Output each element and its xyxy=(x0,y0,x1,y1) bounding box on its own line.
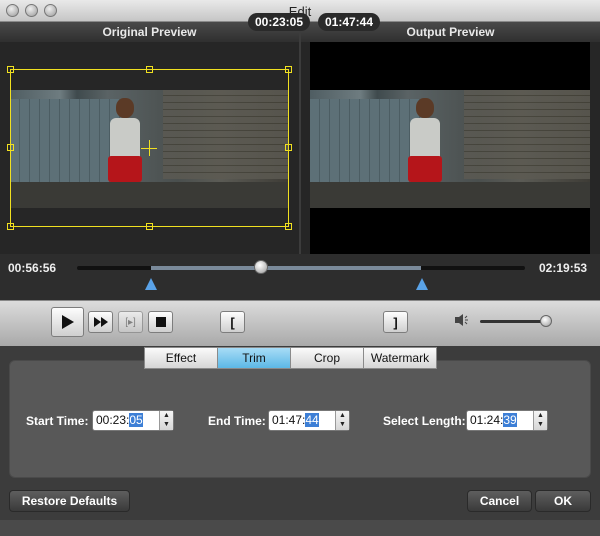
trim-start-marker-icon[interactable] xyxy=(144,278,157,290)
fast-forward-button[interactable] xyxy=(88,311,113,333)
stop-icon xyxy=(155,317,166,327)
edit-tabs: Effect Trim Crop Watermark xyxy=(144,347,437,369)
crop-handle-bottom-left[interactable] xyxy=(7,223,14,230)
select-length-value: 01:24: xyxy=(470,413,504,427)
timeline-trim-range xyxy=(151,266,421,270)
play-icon xyxy=(61,315,74,329)
select-length-field[interactable]: 01:24:39 ▲ ▼ xyxy=(466,410,548,431)
crop-handle-top-left[interactable] xyxy=(7,66,14,73)
end-time-stepper[interactable]: ▲ ▼ xyxy=(335,411,349,430)
select-length-stepper[interactable]: ▲ ▼ xyxy=(533,411,547,430)
restore-defaults-button[interactable]: Restore Defaults xyxy=(9,490,130,512)
start-time-label: Start Time: xyxy=(26,414,89,428)
select-length-label: Select Length: xyxy=(383,414,466,428)
select-length-selected-seconds: 39 xyxy=(503,413,517,427)
crop-handle-bottom-right[interactable] xyxy=(285,223,292,230)
end-time-selected-seconds: 44 xyxy=(305,413,319,427)
ok-button[interactable]: OK xyxy=(535,490,591,512)
timeline-start-time: 00:56:56 xyxy=(8,261,57,275)
set-start-button[interactable]: [ xyxy=(220,311,245,333)
tab-effect[interactable]: Effect xyxy=(144,347,218,369)
crop-handle-bottom[interactable] xyxy=(146,223,153,230)
frame-step-button[interactable]: [▸] xyxy=(118,311,143,333)
set-end-button[interactable]: ] xyxy=(383,311,408,333)
timeline-playhead[interactable] xyxy=(253,260,268,274)
start-time-stepper[interactable]: ▲ ▼ xyxy=(159,411,173,430)
start-time-field[interactable]: 00:23:05 ▲ ▼ xyxy=(92,410,174,431)
trim-start-readout: 00:23:05 xyxy=(248,13,310,31)
crop-handle-top[interactable] xyxy=(146,66,153,73)
end-time-value: 01:47: xyxy=(272,413,306,427)
end-time-field[interactable]: 01:47:44 ▲ ▼ xyxy=(268,410,350,431)
trim-end-readout: 01:47:44 xyxy=(318,13,380,31)
volume-slider-knob[interactable] xyxy=(539,315,552,327)
volume-icon xyxy=(455,314,468,326)
start-time-selected-seconds: 05 xyxy=(129,413,143,427)
crop-center-crosshair-vertical xyxy=(149,140,150,156)
cancel-button[interactable]: Cancel xyxy=(467,490,532,512)
trim-end-marker-icon[interactable] xyxy=(415,278,428,290)
play-button[interactable] xyxy=(51,307,84,337)
end-time-label: End Time: xyxy=(208,414,266,428)
output-preview-pane xyxy=(301,42,600,254)
timeline-end-time: 02:19:53 xyxy=(539,261,588,275)
crop-handle-top-right[interactable] xyxy=(285,66,292,73)
crop-handle-left[interactable] xyxy=(7,144,14,151)
tab-trim[interactable]: Trim xyxy=(217,347,291,369)
output-video-frame xyxy=(310,90,590,208)
crop-handle-right[interactable] xyxy=(285,144,292,151)
window-bottom-strip xyxy=(0,520,600,536)
stop-button[interactable] xyxy=(148,311,173,333)
fast-forward-icon xyxy=(93,317,108,327)
timeline: 00:56:56 02:19:53 xyxy=(0,254,600,300)
frame-step-icon: [▸] xyxy=(125,316,136,328)
original-preview-pane xyxy=(0,42,299,254)
start-time-value: 00:23: xyxy=(96,413,130,427)
tab-crop[interactable]: Crop xyxy=(290,347,364,369)
tab-watermark[interactable]: Watermark xyxy=(363,347,437,369)
